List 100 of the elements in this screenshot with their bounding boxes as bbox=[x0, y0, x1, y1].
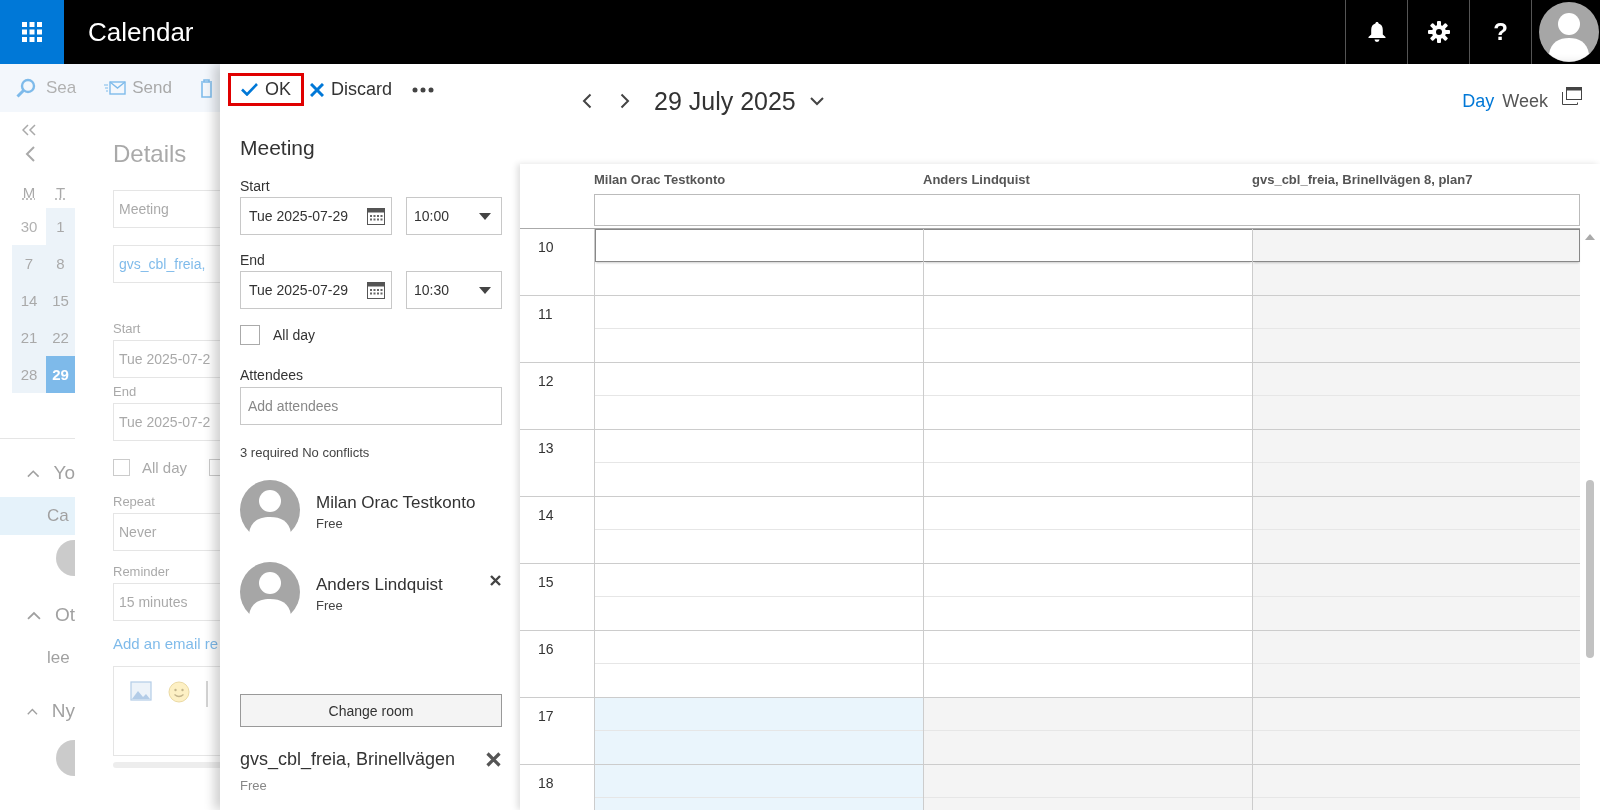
calendar-list-item[interactable]: lee bbox=[0, 639, 75, 677]
time-slot-cell[interactable] bbox=[923, 296, 1252, 362]
chevron-icon[interactable] bbox=[27, 706, 38, 716]
calendar-day[interactable]: 21 bbox=[12, 319, 46, 356]
hour-label: 12 bbox=[538, 373, 555, 389]
remove-room-button[interactable] bbox=[486, 751, 502, 768]
attendees-label: Attendees bbox=[240, 367, 305, 383]
ok-button[interactable]: OK bbox=[228, 73, 304, 106]
end-label: End bbox=[113, 384, 138, 399]
scrollbar-thumb[interactable] bbox=[1586, 480, 1594, 658]
column-header: Anders Lindquist bbox=[923, 171, 1031, 187]
calendar-day[interactable]: 1 bbox=[46, 208, 75, 245]
hour-label: 18 bbox=[538, 775, 555, 791]
calendar-icon[interactable] bbox=[367, 281, 385, 299]
time-slot-cell[interactable] bbox=[594, 631, 923, 697]
calendar-icon[interactable] bbox=[367, 207, 385, 225]
search-icon[interactable] bbox=[16, 78, 36, 98]
popout-icon[interactable] bbox=[1562, 87, 1582, 105]
hour-label: 16 bbox=[538, 641, 555, 657]
attendee-status: Free bbox=[316, 598, 344, 613]
time-slot-cell[interactable] bbox=[594, 698, 923, 764]
time-slot-cell[interactable] bbox=[923, 564, 1252, 630]
collapse-icon[interactable] bbox=[22, 124, 36, 136]
smiley-icon[interactable] bbox=[168, 681, 190, 703]
calendar-day[interactable]: 28 bbox=[12, 356, 46, 393]
time-slot-cell[interactable] bbox=[923, 698, 1252, 764]
time-slot-cell[interactable] bbox=[1252, 698, 1580, 764]
chevron-left-icon bbox=[25, 146, 35, 162]
details-heading: Details bbox=[113, 140, 188, 168]
add-attendees-field[interactable]: Add attendees bbox=[240, 387, 502, 425]
time-slot-cell[interactable] bbox=[1252, 229, 1580, 295]
calendar-list-item[interactable]: Ca bbox=[0, 497, 75, 535]
calendar-day[interactable]: 22 bbox=[46, 319, 75, 356]
close-icon bbox=[486, 751, 501, 767]
image-icon[interactable] bbox=[130, 681, 152, 701]
hour-label: 13 bbox=[538, 440, 555, 456]
discard-button[interactable]: Discard bbox=[310, 73, 393, 106]
column-header: gvs_cbl_freia, Brinellvägen 8, plan7 bbox=[1252, 171, 1474, 187]
add-email-reminder-link[interactable]: Add an email re bbox=[113, 635, 220, 652]
time-slot-cell[interactable] bbox=[594, 363, 923, 429]
date-picker-button[interactable]: 29 July 2025 bbox=[654, 86, 824, 116]
start-time-dropdown[interactable]: 10:00 bbox=[406, 197, 502, 235]
time-slot-cell[interactable] bbox=[923, 363, 1252, 429]
section-title[interactable]: Ot bbox=[54, 604, 75, 626]
user-avatar-icon[interactable] bbox=[1539, 2, 1599, 62]
section-title[interactable]: Ny bbox=[51, 700, 75, 722]
time-slot-cell[interactable] bbox=[594, 497, 923, 563]
remove-attendee-button[interactable] bbox=[490, 575, 502, 587]
close-icon bbox=[490, 575, 501, 586]
time-slot-cell[interactable] bbox=[594, 430, 923, 496]
calendar-day[interactable]: 14 bbox=[12, 282, 46, 319]
calendar-day[interactable]: 8 bbox=[46, 245, 75, 282]
all-day-checkbox[interactable] bbox=[240, 325, 260, 345]
time-slot-cell[interactable] bbox=[1252, 497, 1580, 563]
column-header: Milan Orac Testkonto bbox=[594, 171, 727, 187]
hour-label: 11 bbox=[538, 306, 554, 322]
previous-month-icon[interactable] bbox=[25, 146, 35, 162]
hour-label: 15 bbox=[538, 574, 555, 590]
change-room-button[interactable]: Change room bbox=[240, 694, 502, 727]
chevron-right-icon bbox=[620, 93, 630, 109]
calendar-day[interactable]: 15 bbox=[46, 282, 75, 319]
time-slot-cell[interactable] bbox=[594, 229, 923, 295]
time-slot-cell[interactable] bbox=[923, 497, 1252, 563]
time-slot-cell[interactable] bbox=[1252, 564, 1580, 630]
view-tab[interactable]: Day bbox=[1462, 90, 1495, 112]
time-slot-cell[interactable] bbox=[1252, 631, 1580, 697]
start-label: Start bbox=[240, 178, 271, 194]
scroll-up-arrow-icon[interactable] bbox=[1585, 234, 1595, 240]
section-title[interactable]: Yo bbox=[53, 462, 75, 484]
chevron-icon[interactable] bbox=[27, 610, 41, 620]
search-field[interactable]: Sea bbox=[46, 77, 77, 99]
time-slot-cell[interactable] bbox=[1252, 363, 1580, 429]
time-slot-cell[interactable] bbox=[594, 296, 923, 362]
weekday-label: T bbox=[54, 183, 67, 203]
dropdown-caret-icon bbox=[479, 286, 491, 294]
end-time-dropdown[interactable]: 10:30 bbox=[406, 271, 502, 309]
calendar-day[interactable]: 7 bbox=[12, 245, 46, 282]
time-slot-cell[interactable] bbox=[1252, 296, 1580, 362]
checkbox[interactable] bbox=[113, 459, 130, 476]
dropdown-caret-icon bbox=[479, 212, 491, 220]
time-slot-cell[interactable] bbox=[1252, 430, 1580, 496]
time-slot-cell[interactable] bbox=[594, 564, 923, 630]
hour-label: 17 bbox=[538, 708, 555, 724]
send-button[interactable]: Send bbox=[104, 78, 172, 98]
attendee-name: Anders Lindquist bbox=[316, 575, 444, 595]
start-date-field[interactable]: Tue 2025-07-29 bbox=[240, 197, 392, 235]
chevron-down-icon bbox=[809, 96, 824, 106]
time-slot-cell[interactable] bbox=[923, 430, 1252, 496]
time-slot-cell[interactable] bbox=[923, 229, 1252, 295]
end-date-field[interactable]: Tue 2025-07-29 bbox=[240, 271, 392, 309]
ellipsis-icon bbox=[412, 86, 435, 93]
all-day-row[interactable] bbox=[594, 194, 1580, 226]
app-launcher-button[interactable] bbox=[0, 0, 64, 64]
view-tab[interactable]: Week bbox=[1502, 90, 1548, 112]
time-slot-cell[interactable] bbox=[923, 631, 1252, 697]
calendar-day[interactable]: 29 bbox=[46, 356, 75, 393]
chevron-icon[interactable] bbox=[27, 468, 40, 478]
room-name: gvs_cbl_freia, Brinellvägen bbox=[240, 749, 456, 770]
trash-icon[interactable] bbox=[199, 78, 212, 98]
grid-icon bbox=[22, 22, 42, 42]
